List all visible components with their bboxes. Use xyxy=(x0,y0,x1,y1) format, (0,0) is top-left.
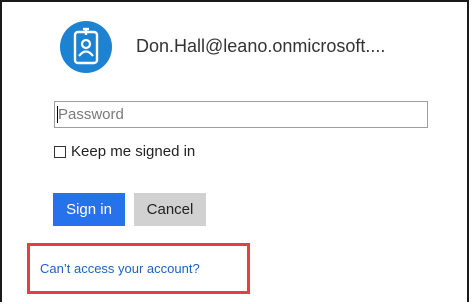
cancel-button[interactable]: Cancel xyxy=(134,193,206,226)
cant-access-account-link[interactable]: Can’t access your account? xyxy=(40,261,200,276)
keep-signed-in-label: Keep me signed in xyxy=(71,143,196,160)
keep-signed-in[interactable]: Keep me signed in xyxy=(54,143,195,160)
sign-in-button[interactable]: Sign in xyxy=(53,193,125,226)
id-badge-icon xyxy=(60,21,112,73)
password-input[interactable] xyxy=(54,101,428,128)
account-email: Don.Hall@leano.onmicrosoft.... xyxy=(136,36,386,56)
keep-signed-in-checkbox[interactable] xyxy=(54,145,66,158)
text-caret xyxy=(57,106,58,123)
